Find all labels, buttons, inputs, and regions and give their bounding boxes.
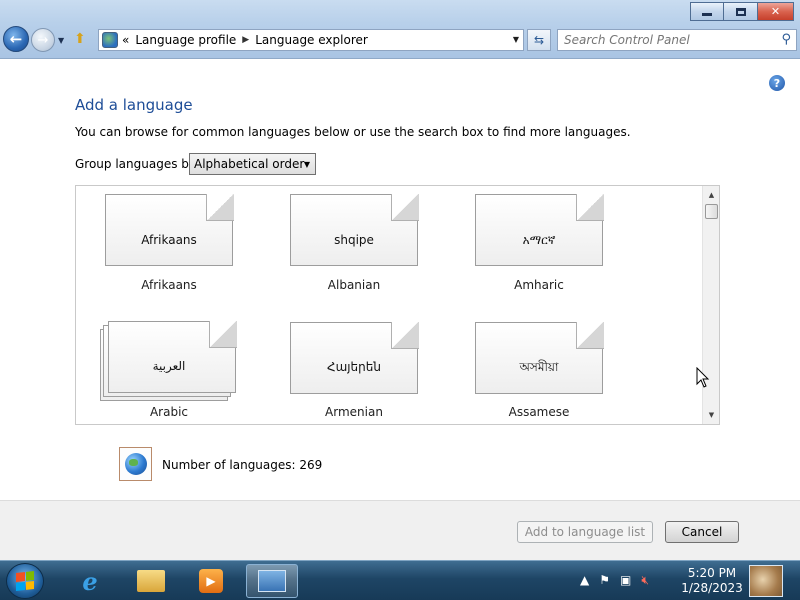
refresh-button[interactable]: ⇆ bbox=[527, 29, 551, 51]
recent-pages-dropdown[interactable]: ▼ bbox=[58, 36, 64, 45]
clock-date: 1/28/2023 bbox=[681, 581, 743, 595]
minimize-button[interactable] bbox=[690, 2, 724, 21]
breadcrumb-overflow[interactable]: « bbox=[122, 33, 129, 47]
language-tile-arabic[interactable]: العربية Arabic bbox=[94, 319, 244, 419]
taskbar-internet-explorer[interactable]: e bbox=[64, 564, 116, 598]
close-icon: ✕ bbox=[770, 5, 781, 18]
language-native-name: አማርኛ bbox=[522, 233, 556, 247]
folder-icon bbox=[137, 570, 165, 592]
globe-icon bbox=[119, 447, 152, 481]
language-native-name: العربية bbox=[152, 359, 186, 373]
language-tile-armenian[interactable]: Հայերեն Armenian bbox=[279, 319, 429, 419]
scroll-down-icon[interactable]: ▼ bbox=[703, 408, 719, 422]
taskbar-media-player[interactable]: ▶ bbox=[185, 564, 237, 598]
clock-time: 5:20 PM bbox=[687, 566, 737, 580]
back-arrow-icon: ← bbox=[9, 30, 23, 48]
restore-icon bbox=[735, 7, 746, 16]
mouse-cursor-icon bbox=[696, 367, 710, 388]
back-button[interactable]: ← bbox=[3, 26, 29, 52]
page-fold bbox=[391, 194, 419, 221]
page-fold bbox=[209, 321, 237, 348]
breadcrumb-language-explorer[interactable]: Language explorer bbox=[255, 33, 368, 47]
window-chrome: ✕ ← → ▼ ⬆ « Language profile ▶ Language … bbox=[0, 0, 800, 59]
help-icon[interactable]: ? bbox=[769, 75, 785, 91]
address-dropdown-icon[interactable]: ▼ bbox=[513, 35, 519, 44]
chevron-down-icon: ▼ bbox=[303, 160, 310, 169]
start-button[interactable] bbox=[6, 563, 44, 599]
scrollbar-thumb[interactable] bbox=[705, 204, 718, 219]
group-by-value: Alphabetical order bbox=[194, 157, 305, 171]
cancel-button[interactable]: Cancel bbox=[665, 521, 739, 543]
network-icon[interactable]: ▣ bbox=[620, 573, 631, 588]
scroll-up-icon[interactable]: ▲ bbox=[703, 188, 719, 202]
forward-arrow-icon: → bbox=[37, 32, 49, 48]
taskbar-control-panel[interactable] bbox=[246, 564, 298, 598]
group-by-select[interactable]: Alphabetical order ▼ bbox=[189, 153, 316, 175]
language-tile-albanian[interactable]: shqipe Albanian bbox=[279, 194, 429, 294]
language-list: Afrikaans Afrikaans shqipe Albanian አማርኛ… bbox=[75, 185, 720, 425]
language-tile-assamese[interactable]: অসমীয়া Assamese bbox=[464, 319, 614, 419]
page-fold bbox=[576, 194, 604, 221]
media-player-icon: ▶ bbox=[199, 569, 223, 593]
add-to-language-list-button[interactable]: Add to language list bbox=[517, 521, 653, 543]
dialog-footer: Add to language list Cancel bbox=[0, 500, 800, 560]
breadcrumb-language-profile[interactable]: Language profile bbox=[135, 33, 236, 47]
close-button[interactable]: ✕ bbox=[758, 2, 794, 21]
maximize-button[interactable] bbox=[724, 2, 758, 21]
minimize-icon bbox=[702, 13, 712, 16]
page-fold bbox=[391, 322, 419, 349]
search-box[interactable]: ⚲ bbox=[557, 29, 797, 51]
language-name: Amharic bbox=[514, 278, 564, 292]
taskbar-windows-explorer[interactable] bbox=[125, 564, 177, 598]
language-name: Arabic bbox=[149, 405, 189, 419]
page-title: Add a language bbox=[75, 96, 193, 114]
search-input[interactable] bbox=[558, 30, 768, 50]
windows-logo-icon bbox=[16, 571, 34, 591]
user-thumbnail-icon[interactable] bbox=[749, 565, 783, 597]
navigation-bar: ← → ▼ ⬆ « Language profile ▶ Language ex… bbox=[0, 26, 800, 52]
action-center-flag-icon[interactable]: ⚑ bbox=[599, 573, 610, 588]
page-fold bbox=[206, 194, 234, 221]
control-panel-icon bbox=[258, 570, 286, 592]
group-by-label: Group languages by: bbox=[75, 157, 200, 171]
up-folder-icon[interactable]: ⬆ bbox=[74, 31, 86, 47]
search-icon[interactable]: ⚲ bbox=[781, 32, 791, 47]
language-count: Number of languages: 269 bbox=[162, 458, 323, 472]
language-native-name: shqipe bbox=[334, 233, 374, 247]
breadcrumb-chevron-icon[interactable]: ▶ bbox=[242, 35, 249, 45]
address-bar[interactable]: « Language profile ▶ Language explorer ▼ bbox=[98, 29, 524, 51]
language-tile-afrikaans[interactable]: Afrikaans Afrikaans bbox=[94, 194, 244, 294]
show-hidden-icons-icon[interactable]: ▲ bbox=[580, 573, 589, 588]
taskbar: e ▶ ▲ ⚑ ▣ 🔇︎ 5:20 PM 1/28/2023 bbox=[0, 560, 800, 600]
forward-button[interactable]: → bbox=[31, 28, 55, 52]
volume-muted-icon[interactable]: 🔇︎ bbox=[641, 573, 649, 588]
window-buttons: ✕ bbox=[690, 2, 794, 21]
language-name: Afrikaans bbox=[141, 278, 197, 292]
language-tile-amharic[interactable]: አማርኛ Amharic bbox=[464, 194, 614, 294]
language-native-name: Հայերեն bbox=[327, 360, 381, 374]
language-native-name: অসমীয়া bbox=[519, 360, 559, 374]
page-description: You can browse for common languages belo… bbox=[75, 125, 631, 139]
control-panel-icon bbox=[102, 32, 118, 48]
refresh-icon: ⇆ bbox=[533, 33, 545, 47]
language-native-name: Afrikaans bbox=[141, 233, 197, 247]
system-tray: ▲ ⚑ ▣ 🔇︎ bbox=[580, 573, 649, 588]
internet-explorer-icon: e bbox=[82, 566, 98, 596]
page-fold bbox=[576, 322, 604, 349]
clock[interactable]: 5:20 PM 1/28/2023 bbox=[680, 566, 744, 596]
language-name: Assamese bbox=[508, 405, 570, 419]
language-name: Albanian bbox=[327, 278, 381, 292]
language-name: Armenian bbox=[325, 405, 383, 419]
